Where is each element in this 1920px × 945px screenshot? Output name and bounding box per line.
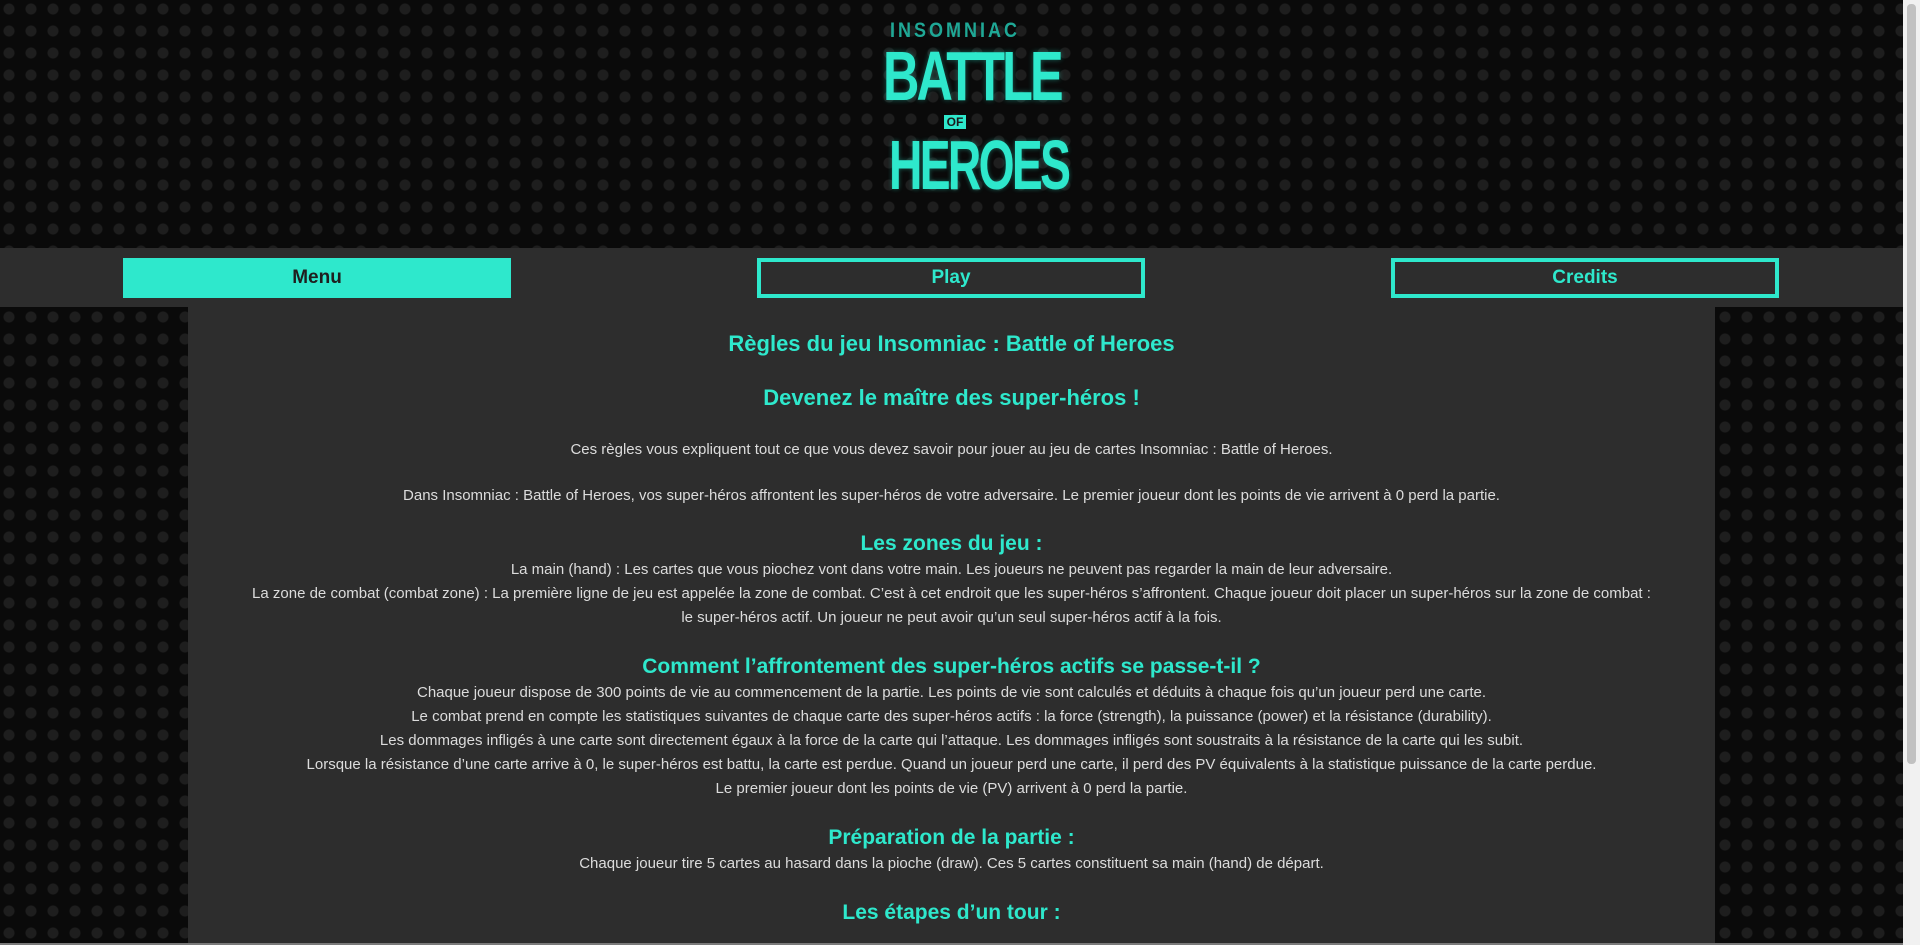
intro-paragraph-1: Ces règles vous expliquent tout ce que v… <box>570 441 1333 458</box>
preparation-heading: Préparation de la partie : <box>828 826 1075 849</box>
combat-line: Le combat prend en compte les statistiqu… <box>411 708 1492 725</box>
nav-credits-button[interactable]: Credits <box>1391 258 1779 298</box>
turn-steps-heading: Les étapes d’un tour : <box>842 901 1061 924</box>
combat-heading: Comment l’affrontement des super-héros a… <box>642 655 1261 678</box>
combat-line: Les dommages infligés à une carte sont d… <box>379 732 1524 749</box>
navigation-bar: Menu Play Credits <box>0 248 1903 307</box>
nav-menu-button[interactable]: Menu <box>123 258 511 298</box>
logo-battle-text: BATTLE <box>883 37 1064 115</box>
header: INSOMNIAC BATTLE OF HEROES <box>0 0 1903 247</box>
rules-content: Règles du jeu Insomniac : Battle of Hero… <box>188 307 1715 945</box>
preparation-line: Chaque joueur tire 5 cartes au hasard da… <box>579 855 1324 872</box>
combat-line: Le premier joueur dont les points de vie… <box>715 780 1188 797</box>
logo-heroes-text: HEROES <box>889 126 1071 204</box>
zones-line: La zone de combat (combat zone) : La pre… <box>252 585 1651 626</box>
page-title: Règles du jeu Insomniac : Battle of Hero… <box>728 331 1175 356</box>
game-logo[interactable]: INSOMNIAC BATTLE OF HEROES <box>855 18 1071 230</box>
nav-play-button[interactable]: Play <box>757 258 1145 298</box>
combat-line: Chaque joueur dispose de 300 points de v… <box>416 684 1487 701</box>
page: INSOMNIAC BATTLE OF HEROES Menu Play Cre… <box>0 0 1920 945</box>
vertical-scrollbar[interactable] <box>1903 0 1920 945</box>
intro-paragraph-2: Dans Insomniac : Battle of Heroes, vos s… <box>403 487 1500 504</box>
scrollbar-thumb[interactable] <box>1907 4 1916 764</box>
page-subtitle: Devenez le maître des super-héros ! <box>763 385 1140 410</box>
combat-line: Lorsque la résistance d’une carte arrive… <box>306 756 1597 773</box>
zones-line: La main (hand) : Les cartes que vous pio… <box>510 561 1393 578</box>
zones-heading: Les zones du jeu : <box>860 532 1043 555</box>
